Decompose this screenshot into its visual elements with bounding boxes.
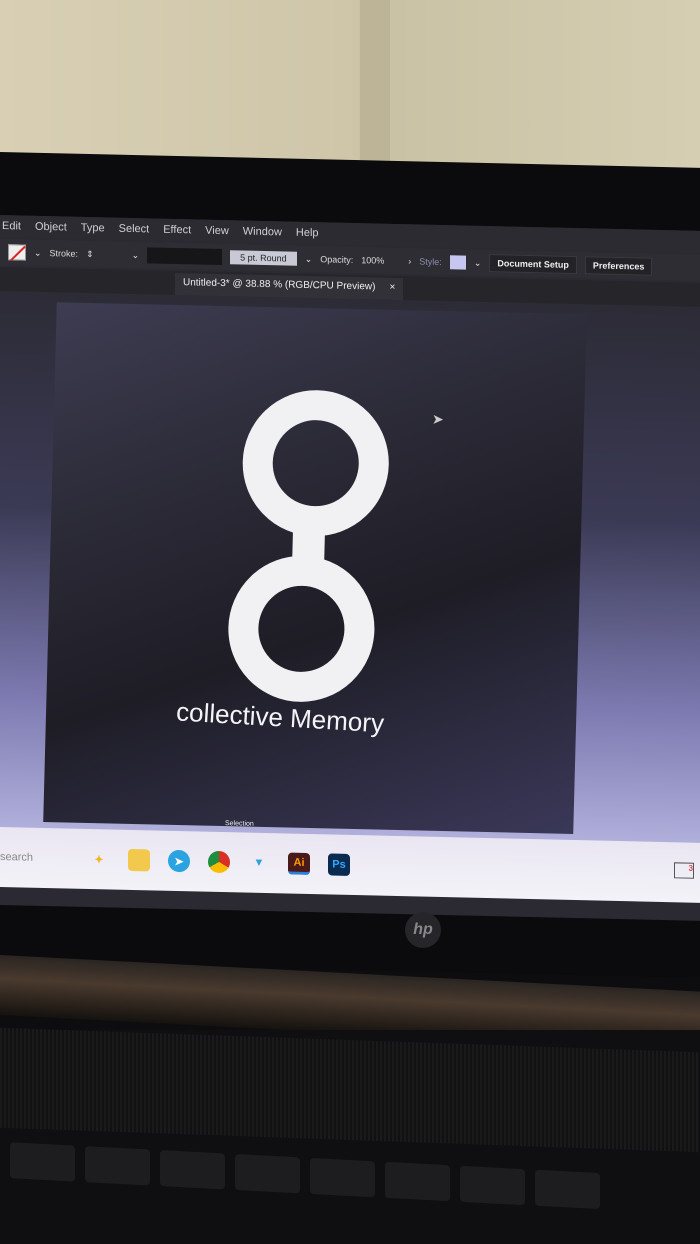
- chevron-down-icon[interactable]: ⌄: [474, 257, 482, 268]
- telegram-icon[interactable]: ➤: [168, 849, 190, 873]
- wall-background: [0, 0, 700, 170]
- key[interactable]: [385, 1161, 450, 1202]
- vector-app-icon[interactable]: ▼: [248, 852, 270, 874]
- mouse-cursor-icon: ➤: [431, 410, 444, 428]
- chrome-icon[interactable]: [208, 850, 230, 874]
- key[interactable]: [85, 1146, 150, 1186]
- key[interactable]: [535, 1169, 600, 1210]
- menu-type[interactable]: Type: [81, 222, 105, 235]
- stroke-stepper[interactable]: ⇕: [86, 248, 94, 259]
- notification-icon[interactable]: 3: [674, 862, 694, 879]
- stroke-none-swatch[interactable]: [8, 244, 26, 261]
- close-icon[interactable]: ×: [389, 282, 395, 296]
- document-setup-button[interactable]: Document Setup: [489, 254, 577, 275]
- opacity-value[interactable]: 100%: [361, 255, 384, 266]
- style-swatch[interactable]: [449, 255, 466, 270]
- menu-window[interactable]: Window: [243, 226, 282, 239]
- menu-effect[interactable]: Effect: [163, 224, 191, 237]
- illustrator-icon[interactable]: Ai: [288, 852, 310, 876]
- key[interactable]: [10, 1142, 75, 1182]
- chevron-down-icon[interactable]: ⌄: [305, 253, 313, 264]
- current-tool: Selection: [225, 820, 254, 828]
- logo-bottom-ring: [226, 554, 377, 704]
- key[interactable]: [160, 1150, 225, 1190]
- opacity-label[interactable]: Opacity:: [320, 254, 353, 265]
- logo-text: collective Memory: [175, 696, 385, 739]
- document-tab-title: Untitled-3* @ 38.88 % (RGB/CPU Preview): [183, 277, 376, 293]
- chevron-down-icon[interactable]: ⌄: [132, 249, 140, 260]
- menu-view[interactable]: View: [205, 225, 229, 238]
- photoshop-icon[interactable]: Ps: [328, 853, 350, 876]
- brush-select[interactable]: 5 pt. Round: [230, 250, 297, 266]
- menu-edit[interactable]: Edit: [2, 220, 21, 232]
- chevron-right-icon[interactable]: ›: [408, 256, 411, 266]
- laptop-screen: Edit Object Type Select Effect View Wind…: [0, 215, 700, 921]
- taskbar-search[interactable]: search: [0, 851, 70, 865]
- door-trim: [360, 0, 390, 170]
- logo-top-ring: [240, 388, 391, 538]
- preferences-button[interactable]: Preferences: [584, 256, 653, 276]
- variable-width-field[interactable]: [147, 247, 223, 266]
- menu-help[interactable]: Help: [296, 227, 319, 240]
- chevron-down-icon[interactable]: ⌄: [34, 247, 42, 258]
- file-explorer-icon[interactable]: [128, 848, 150, 872]
- style-label: Style:: [419, 256, 442, 268]
- stroke-label: Stroke:: [49, 248, 79, 259]
- menu-object[interactable]: Object: [35, 221, 67, 234]
- copilot-icon[interactable]: ✦: [88, 848, 110, 870]
- key[interactable]: [310, 1157, 375, 1198]
- key[interactable]: [460, 1165, 525, 1206]
- canvas-area[interactable]: collective Memory ➤: [0, 291, 700, 847]
- key[interactable]: [235, 1153, 300, 1194]
- hp-logo: hp: [405, 912, 441, 948]
- menu-select[interactable]: Select: [119, 223, 150, 236]
- artboard[interactable]: collective Memory ➤: [43, 302, 587, 835]
